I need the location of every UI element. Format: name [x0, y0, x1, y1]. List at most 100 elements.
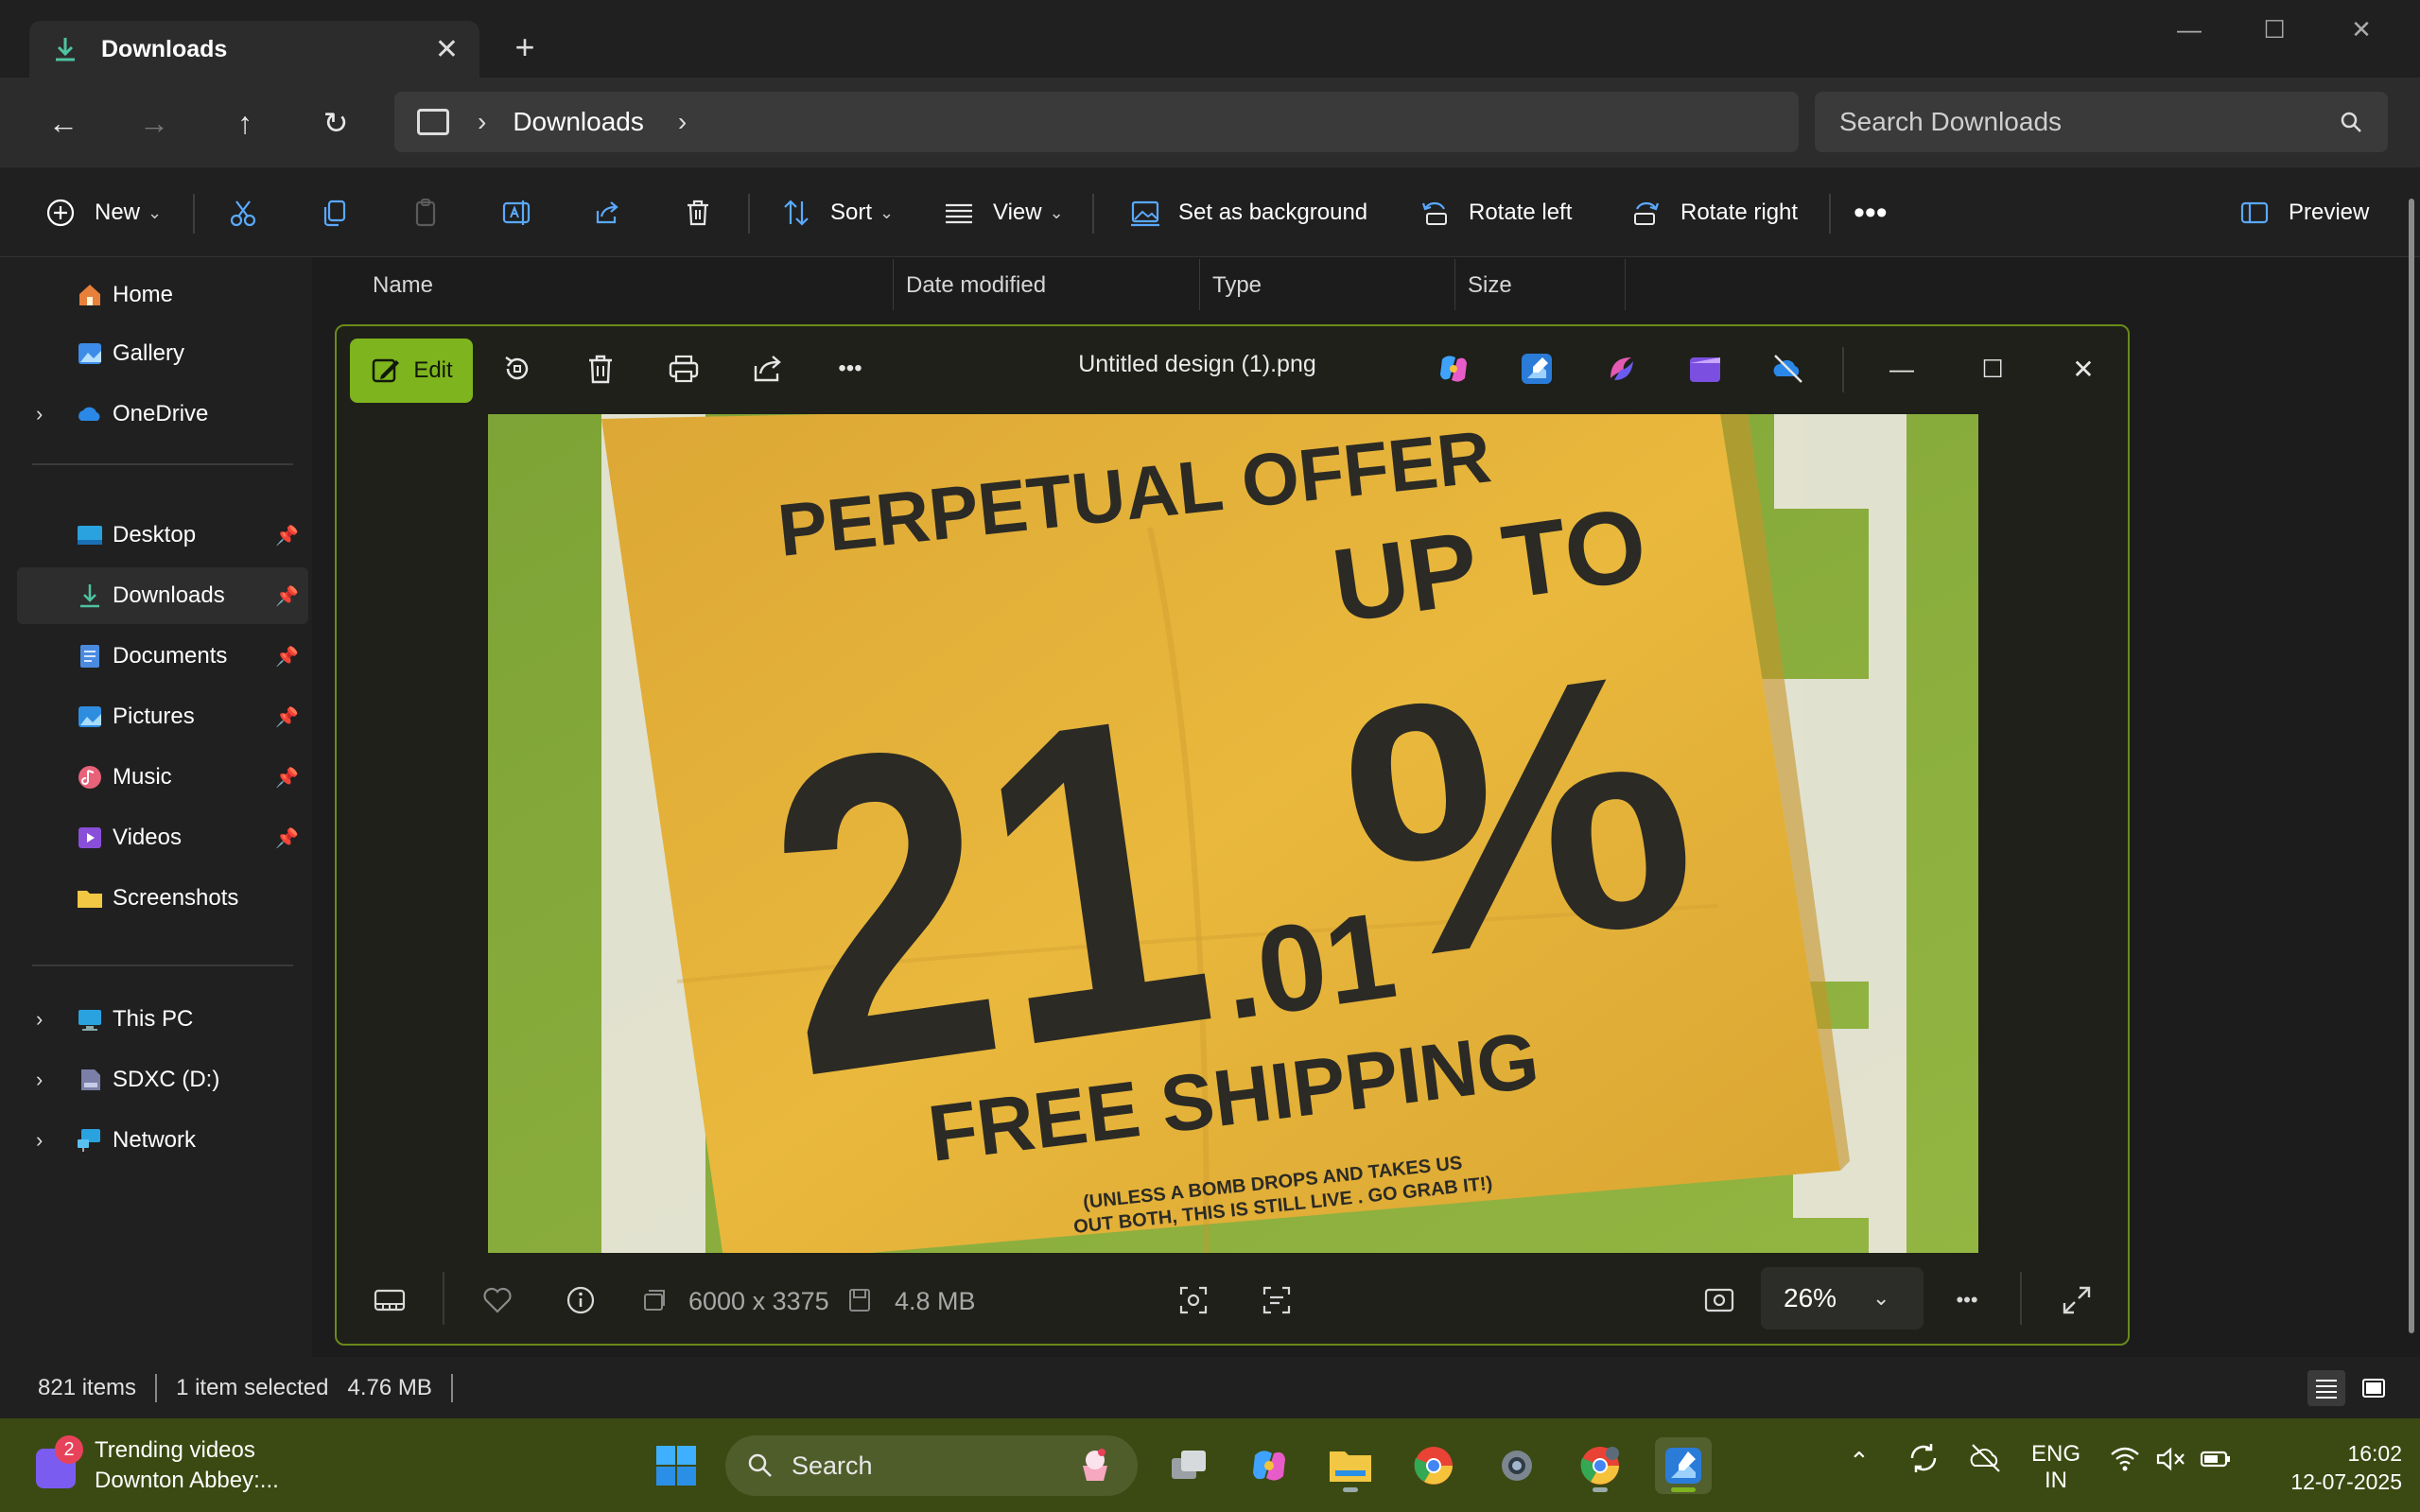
search-input[interactable]: Search Downloads	[1815, 92, 2388, 152]
column-divider[interactable]	[1454, 259, 1455, 310]
share-button[interactable]	[584, 190, 630, 235]
close-window-button[interactable]: ✕	[2319, 8, 2404, 51]
minimize-photos-button[interactable]: —	[1880, 347, 1924, 391]
sidebar-item-sdxc-drive[interactable]: › SDXC (D:)	[17, 1051, 308, 1108]
pin-icon[interactable]: 📌	[275, 766, 299, 790]
sidebar-item-documents[interactable]: Documents 📌	[17, 628, 308, 685]
this-pc-icon[interactable]	[417, 109, 449, 135]
view-button[interactable]: View ⌄	[936, 190, 1064, 235]
copy-button[interactable]	[312, 190, 357, 235]
sidebar-item-pictures[interactable]: Pictures 📌	[17, 688, 308, 745]
zoom-level-dropdown[interactable]: 26% ⌄	[1761, 1267, 1924, 1330]
sidebar-item-this-pc[interactable]: › This PC	[17, 991, 308, 1048]
taskbar-settings-button[interactable]	[1489, 1437, 1545, 1494]
onedrive-off-icon[interactable]	[1769, 350, 1807, 388]
visual-search-button[interactable]	[1173, 1279, 1214, 1321]
column-header-name[interactable]: Name	[373, 272, 433, 299]
rotate-image-button[interactable]	[496, 347, 539, 391]
back-button[interactable]: ←	[43, 102, 84, 144]
file-info-button[interactable]	[560, 1279, 601, 1321]
show-hidden-icons-button[interactable]: ⌃	[1849, 1447, 1870, 1476]
breadcrumb-chevron-icon[interactable]: ›	[678, 107, 687, 137]
favorite-button[interactable]	[477, 1279, 518, 1321]
chevron-right-icon[interactable]: ›	[36, 1068, 43, 1092]
taskbar-photos-button[interactable]	[1655, 1437, 1712, 1494]
large-icons-view-toggle[interactable]	[2355, 1370, 2393, 1406]
sort-button[interactable]: Sort ⌄	[774, 190, 894, 235]
close-photos-button[interactable]: ✕	[2062, 347, 2105, 391]
sidebar-item-onedrive[interactable]: › OneDrive	[17, 386, 308, 443]
sidebar-item-videos[interactable]: Videos 📌	[17, 809, 308, 866]
pin-icon[interactable]: 📌	[275, 524, 299, 547]
up-button[interactable]: ↑	[224, 102, 266, 144]
more-view-options-button[interactable]: •••	[1946, 1279, 1988, 1321]
rename-button[interactable]	[494, 190, 539, 235]
rotate-right-button[interactable]: Rotate right	[1624, 190, 1798, 235]
see-more-button[interactable]: •••	[1854, 190, 1888, 235]
chevron-right-icon[interactable]: ›	[36, 402, 43, 426]
sidebar-item-music[interactable]: Music 📌	[17, 749, 308, 806]
start-button[interactable]	[648, 1437, 705, 1494]
widgets-button[interactable]: 2 Trending videos Downton Abbey:...	[28, 1435, 312, 1496]
delete-button[interactable]	[675, 190, 721, 235]
column-divider[interactable]	[893, 259, 894, 310]
sidebar-item-home[interactable]: Home	[17, 267, 308, 323]
maximize-window-button[interactable]: ☐	[2232, 8, 2317, 51]
delete-image-button[interactable]	[579, 347, 622, 391]
photos-editor-icon[interactable]	[1518, 350, 1556, 388]
designer-icon[interactable]	[1603, 350, 1641, 388]
forward-button[interactable]: →	[133, 102, 175, 144]
image-canvas[interactable]: PERPETUAL OFFER UP TO 21 .01 % FREE SHIP…	[488, 414, 1978, 1253]
task-view-button[interactable]	[1161, 1437, 1218, 1494]
refresh-button[interactable]: ↻	[315, 102, 357, 144]
onedrive-tray-button[interactable]	[1967, 1441, 2005, 1482]
breadcrumb-downloads[interactable]: Downloads	[513, 107, 644, 137]
clock-button[interactable]: 16:02 12-07-2025	[2260, 1439, 2402, 1496]
quick-settings-button[interactable]	[2109, 1445, 2232, 1473]
copilot-icon[interactable]	[1435, 350, 1472, 388]
new-button[interactable]: New ⌄	[38, 190, 162, 235]
sidebar-item-network[interactable]: › Network	[17, 1112, 308, 1169]
clipchamp-icon[interactable]	[1686, 350, 1724, 388]
sync-status-button[interactable]	[1905, 1439, 1942, 1484]
pin-icon[interactable]: 📌	[275, 645, 299, 669]
breadcrumb-chevron-icon[interactable]: ›	[478, 107, 486, 137]
cut-button[interactable]	[220, 190, 266, 235]
minimize-window-button[interactable]: —	[2147, 8, 2232, 51]
close-tab-icon[interactable]: ✕	[435, 33, 459, 66]
set-as-background-button[interactable]: Set as background	[1122, 190, 1367, 235]
taskbar-copilot-button[interactable]	[1241, 1437, 1297, 1494]
column-divider[interactable]	[1199, 259, 1200, 310]
rotate-left-button[interactable]: Rotate left	[1412, 190, 1572, 235]
chevron-right-icon[interactable]: ›	[36, 1128, 43, 1153]
taskbar-search-box[interactable]: Search	[725, 1435, 1138, 1496]
sidebar-item-desktop[interactable]: Desktop 📌	[17, 507, 308, 564]
sidebar-item-screenshots[interactable]: Screenshots	[17, 870, 308, 927]
chevron-right-icon[interactable]: ›	[36, 1007, 43, 1032]
input-language-button[interactable]: ENG IN	[2031, 1441, 2081, 1494]
pin-icon[interactable]: 📌	[275, 826, 299, 850]
pin-icon[interactable]: 📌	[275, 584, 299, 608]
sidebar-item-gallery[interactable]: Gallery	[17, 325, 308, 382]
taskbar-file-explorer-button[interactable]	[1322, 1437, 1379, 1494]
share-image-button[interactable]	[745, 347, 789, 391]
pin-icon[interactable]: 📌	[275, 705, 299, 729]
taskbar-chrome-button[interactable]	[1405, 1437, 1462, 1494]
fit-to-window-button[interactable]	[1698, 1279, 1740, 1321]
new-tab-button[interactable]: +	[506, 25, 544, 70]
more-options-button[interactable]: •••	[828, 347, 872, 391]
sidebar-item-downloads[interactable]: Downloads 📌	[17, 567, 308, 624]
preview-button[interactable]: Preview	[2232, 190, 2369, 235]
edit-image-button[interactable]: Edit	[350, 339, 473, 403]
print-button[interactable]	[662, 347, 705, 391]
column-divider[interactable]	[1625, 259, 1626, 310]
paste-button[interactable]	[403, 190, 448, 235]
tab-downloads[interactable]: Downloads ✕	[29, 21, 479, 78]
column-header-size[interactable]: Size	[1468, 272, 1512, 299]
full-screen-button[interactable]	[2056, 1279, 2098, 1321]
column-header-type[interactable]: Type	[1212, 272, 1262, 299]
vertical-scrollbar[interactable]	[2409, 199, 2414, 1333]
filmstrip-toggle-button[interactable]	[369, 1279, 410, 1321]
maximize-photos-button[interactable]: ☐	[1971, 347, 2014, 391]
column-header-date-modified[interactable]: Date modified	[906, 272, 1046, 299]
